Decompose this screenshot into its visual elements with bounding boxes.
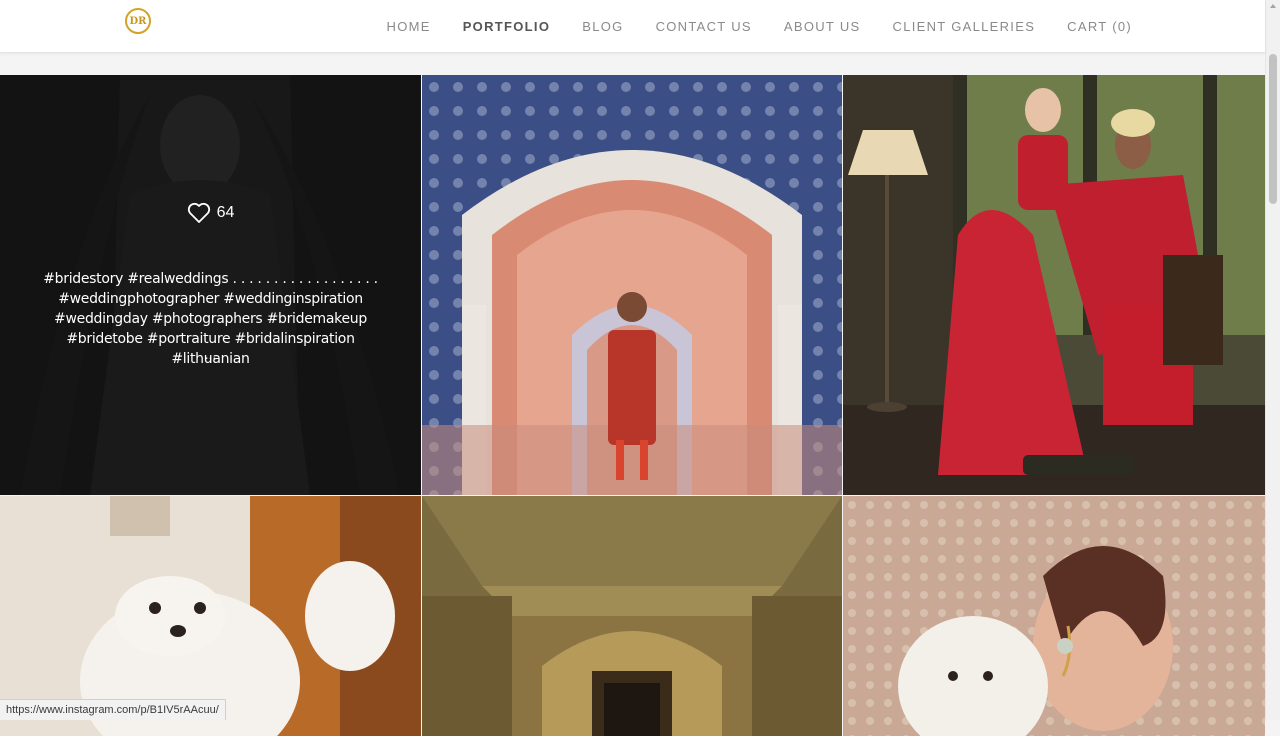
nav-blog[interactable]: BLOG (582, 19, 623, 34)
likes-count-row: 64 (0, 202, 421, 224)
instagram-gallery: 64 #bridestory #realweddings . . . . . .… (0, 75, 1265, 736)
nav-cart[interactable]: CART (0) (1067, 19, 1132, 34)
palace-ceiling-photo (422, 496, 842, 736)
nav-portfolio[interactable]: PORTFOLIO (463, 19, 551, 34)
link-status-url: https://www.instagram.com/p/B1IV5rAAcuu/ (0, 699, 226, 720)
gallery-tile-palace-ceiling[interactable] (422, 496, 842, 736)
bride-with-dog-photo (843, 496, 1265, 736)
gallery-tile-couple-seated[interactable] (843, 75, 1265, 495)
gallery-tile-bride-with-dog[interactable] (843, 496, 1265, 736)
nav-home[interactable]: HOME (387, 19, 431, 34)
gallery-tile-bride-portrait[interactable]: 64 #bridestory #realweddings . . . . . .… (0, 75, 421, 495)
caption-more-ellipsis: ... (204, 346, 217, 362)
couple-seated-photo (843, 75, 1265, 495)
site-logo[interactable]: DR (120, 8, 156, 44)
scrollbar-thumb[interactable] (1269, 54, 1277, 204)
gallery-tile-groom-arch[interactable] (422, 75, 842, 495)
site-header: DR HOME PORTFOLIO BLOG CONTACT US ABOUT … (0, 0, 1265, 53)
groom-arch-photo (422, 75, 842, 495)
heart-icon (187, 202, 210, 223)
logo-monogram: DR (125, 8, 151, 34)
likes-count: 64 (216, 204, 235, 221)
nav-contact-us[interactable]: CONTACT US (656, 19, 752, 34)
nav-about-us[interactable]: ABOUT US (784, 19, 861, 34)
post-hover-overlay[interactable]: 64 #bridestory #realweddings . . . . . .… (0, 75, 421, 495)
main-nav: HOME PORTFOLIO BLOG CONTACT US ABOUT US … (387, 0, 1133, 52)
page-scrollbar[interactable] (1265, 0, 1280, 720)
scroll-up-arrow-icon[interactable] (1270, 4, 1276, 8)
nav-client-galleries[interactable]: CLIENT GALLERIES (893, 19, 1036, 34)
